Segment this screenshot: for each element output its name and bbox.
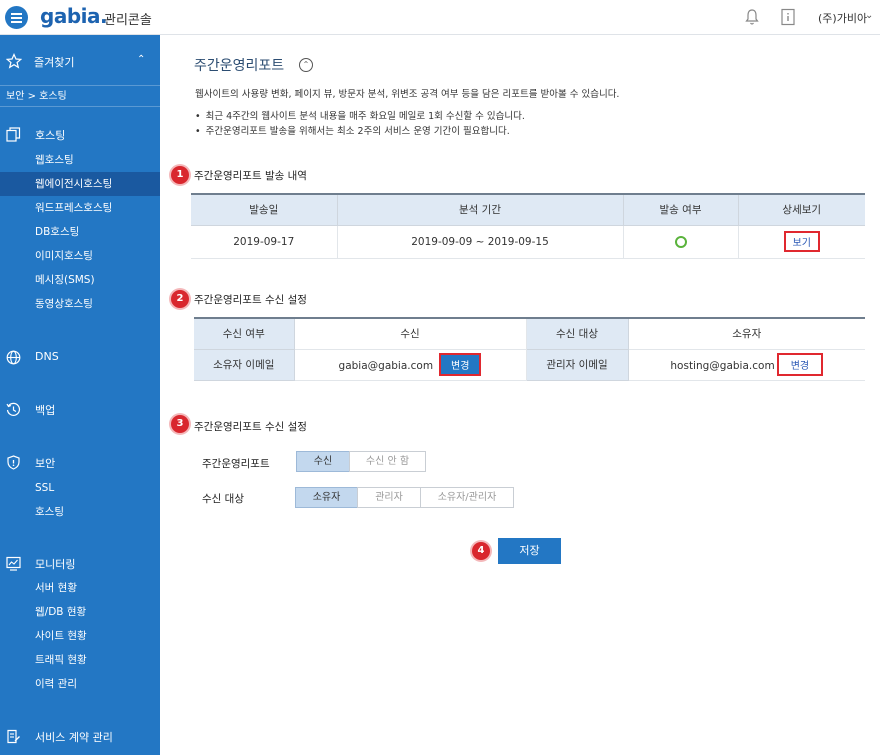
sidebar-item-history[interactable]: 이력 관리 (0, 672, 160, 696)
view-button[interactable]: 보기 (783, 231, 820, 252)
document-icon[interactable] (780, 8, 796, 26)
sidebar-group-contract[interactable]: 서비스 계약 관리 (0, 727, 160, 747)
copy-icon (6, 127, 21, 142)
table-row: 수신 여부 수신 수신 대상 소유자 (194, 317, 865, 350)
monitor-chart-icon (6, 556, 21, 571)
user-name[interactable]: (주)가비아 (818, 10, 867, 26)
change-admin-email-button[interactable]: 변경 (776, 353, 824, 376)
recv-settings-table: 수신 여부 수신 수신 대상 소유자 소유자 이메일 gabia@gabia.c… (194, 317, 865, 381)
contract-icon (7, 729, 20, 744)
sidebar-item-site-status[interactable]: 사이트 현황 (0, 624, 160, 648)
send-date: 2019-09-17 (191, 224, 338, 259)
sidebar-group-hosting[interactable]: 호스팅 (0, 125, 160, 145)
sidebar-item-security-hosting[interactable]: 호스팅 (0, 500, 160, 524)
sidebar-group-dns[interactable]: DNS (0, 348, 160, 368)
bell-icon[interactable] (744, 8, 760, 26)
table-header-row: 발송일 분석 기간 발송 여부 상세보기 (191, 194, 865, 226)
target-label: 수신 대상 (202, 493, 244, 505)
recv-status-label: 수신 여부 (194, 317, 295, 350)
star-icon (6, 53, 22, 69)
shield-icon (7, 455, 20, 470)
favorites-label: 즐겨찾기 (34, 56, 75, 69)
step-badge: 3 (171, 415, 189, 433)
sidebar-item-sms[interactable]: 메시징(SMS) (0, 268, 160, 292)
chevron-up-icon[interactable]: ⌃ (137, 54, 145, 65)
sidebar-group-monitoring[interactable]: 모니터링 (0, 554, 160, 574)
step-badge: 4 (472, 542, 490, 560)
sidebar-favorites[interactable]: 즐겨찾기 ⌃ (0, 35, 160, 85)
sidebar-item-db-hosting[interactable]: DB호스팅 (0, 220, 160, 244)
table-row: 2019-09-17 2019-09-09 ~ 2019-09-15 보기 (191, 224, 865, 259)
menu-icon[interactable] (5, 6, 28, 29)
sidebar: 즐겨찾기 ⌃ 보안 > 호스팅 호스팅 웹호스팅 웹에이전시호스팅 워드프레스호… (0, 35, 160, 755)
sidebar-item-webdb-status[interactable]: 웹/DB 현황 (0, 600, 160, 624)
main-content: 주간운영리포트 ⌃ 웹사이트의 사용량 변화, 페이지 뷰, 방문자 분석, 위… (160, 35, 880, 755)
option-admin[interactable]: 관리자 (357, 487, 421, 508)
column-header: 분석 기간 (336, 194, 624, 226)
gabia-logo[interactable]: gabia. (40, 4, 108, 28)
option-receive[interactable]: 수신 (296, 451, 350, 472)
sidebar-item-web-hosting[interactable]: 웹호스팅 (0, 148, 160, 172)
page-title: 주간운영리포트 (194, 58, 285, 74)
admin-email-label: 관리자 이메일 (525, 348, 629, 381)
console-title: 관리콘솔 (104, 13, 152, 28)
sidebar-item-video-hosting[interactable]: 동영상호스팅 (0, 292, 160, 316)
column-header: 상세보기 (737, 194, 865, 226)
history-table: 발송일 분석 기간 발송 여부 상세보기 2019-09-17 2019-09-… (191, 193, 865, 259)
sidebar-item-server-status[interactable]: 서버 현황 (0, 576, 160, 600)
recv-status-value: 수신 (293, 317, 527, 350)
sidebar-item-traffic-status[interactable]: 트래픽 현황 (0, 648, 160, 672)
sidebar-group-label: 서비스 계약 관리 (35, 731, 113, 744)
owner-email: gabia@gabia.com (338, 360, 434, 372)
section-title-history: 주간운영리포트 발송 내역 (194, 170, 307, 182)
column-header: 발송 여부 (622, 194, 739, 226)
send-status (622, 224, 739, 259)
owner-email-label: 소유자 이메일 (194, 348, 295, 381)
info-bullet: 최근 4주간의 웹사이트 분석 내용을 매주 화요일 메일로 1회 수신할 수 … (195, 108, 525, 122)
sidebar-item-ssl[interactable]: SSL (0, 476, 160, 500)
sidebar-item-image-hosting[interactable]: 이미지호스팅 (0, 244, 160, 268)
option-not-receive[interactable]: 수신 안 함 (349, 451, 426, 472)
sidebar-item-agency-hosting[interactable]: 웹에이전시호스팅 (0, 172, 160, 196)
page-description: 웹사이트의 사용량 변화, 페이지 뷰, 방문자 분석, 위변조 공격 여부 등… (195, 89, 620, 100)
sidebar-item-wordpress-hosting[interactable]: 워드프레스호스팅 (0, 196, 160, 220)
target-toggle: 소유자 관리자 소유자/관리자 (295, 487, 514, 508)
sidebar-breadcrumb: 보안 > 호스팅 (0, 85, 160, 107)
save-button[interactable]: 저장 (498, 538, 561, 564)
step-badge: 2 (171, 290, 189, 308)
admin-email: hosting@gabia.com (670, 360, 775, 372)
step-badge: 1 (171, 166, 189, 184)
option-owner-admin[interactable]: 소유자/관리자 (420, 487, 514, 508)
history-icon (6, 402, 21, 416)
table-row: 소유자 이메일 gabia@gabia.com 변경 관리자 이메일 hostin… (194, 348, 865, 381)
change-owner-email-button[interactable]: 변경 (439, 353, 482, 376)
sidebar-group-label: 모니터링 (35, 558, 76, 571)
globe-icon (6, 350, 21, 365)
sidebar-group-label: 백업 (35, 404, 56, 417)
option-owner[interactable]: 소유자 (295, 487, 358, 508)
sidebar-group-label: 호스팅 (35, 129, 66, 142)
report-label: 주간운영리포트 (202, 458, 270, 470)
column-header: 발송일 (191, 194, 338, 226)
owner-email-cell: gabia@gabia.com 변경 (293, 348, 527, 381)
admin-email-cell: hosting@gabia.com 변경 (627, 348, 865, 381)
recv-target-value: 소유자 (627, 317, 865, 350)
info-bullet: 주간운영리포트 발송을 위해서는 최소 2주의 서비스 운영 기간이 필요합니다… (195, 123, 510, 137)
sidebar-group-label: 보안 (35, 457, 56, 470)
chevron-down-icon[interactable]: ⌄ (865, 10, 873, 21)
recv-target-label: 수신 대상 (525, 317, 629, 350)
section-title-form: 주간운영리포트 수신 설정 (194, 421, 307, 433)
report-toggle: 수신 수신 안 함 (296, 451, 426, 472)
sidebar-group-security[interactable]: 보안 (0, 453, 160, 473)
section-title-recv: 주간운영리포트 수신 설정 (194, 294, 307, 306)
top-bar: gabia. 관리콘솔 (주)가비아 ⌄ (0, 0, 880, 35)
collapse-chevron-icon[interactable]: ⌃ (299, 58, 313, 72)
success-circle-icon (674, 235, 687, 248)
sidebar-group-label: DNS (35, 350, 59, 363)
sidebar-group-backup[interactable]: 백업 (0, 400, 160, 420)
analysis-period: 2019-09-09 ~ 2019-09-15 (336, 224, 624, 259)
detail-cell: 보기 (737, 224, 865, 259)
